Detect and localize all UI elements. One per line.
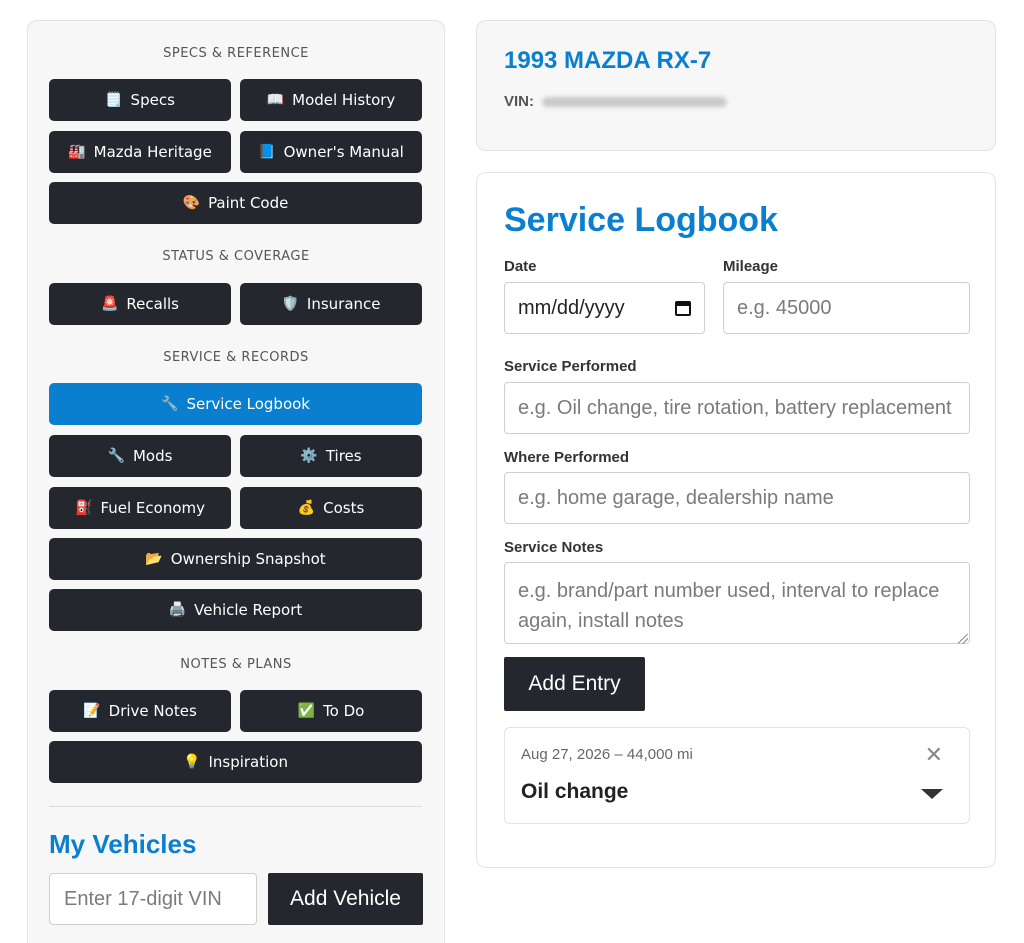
paint-code-label: Paint Code	[208, 194, 289, 212]
manual-book-icon: 📘	[258, 144, 276, 160]
printer-icon: 🖨️	[168, 602, 187, 618]
tools-icon: 🔧	[107, 448, 125, 464]
owners-manual-button[interactable]: 📘 Owner's Manual	[240, 131, 422, 173]
date-label: Date	[504, 258, 537, 275]
recalls-button[interactable]: 🚨 Recalls	[49, 283, 231, 325]
factory-icon: 🏭	[68, 144, 86, 160]
insurance-button[interactable]: 🛡️ Insurance	[240, 283, 422, 325]
ownership-snapshot-label: Ownership Snapshot	[170, 550, 326, 568]
model-history-label: Model History	[292, 91, 396, 109]
where-performed-input[interactable]	[504, 472, 970, 524]
folder-icon: 📂	[145, 551, 163, 567]
service-performed-input[interactable]	[504, 382, 970, 434]
entry-meta: Aug 27, 2026 – 44,000 mi	[521, 746, 693, 763]
service-logbook-label: Service Logbook	[186, 395, 310, 413]
insurance-label: Insurance	[306, 295, 381, 313]
vin-redacted-value	[542, 96, 727, 107]
lightbulb-icon: 💡	[183, 754, 201, 770]
tires-label: Tires	[325, 447, 362, 465]
date-input[interactable]: mm/dd/yyyy	[504, 282, 705, 334]
date-input-value: mm/dd/yyyy	[518, 296, 625, 319]
section-heading-service: SERVICE & RECORDS	[163, 350, 309, 365]
mazda-heritage-label: Mazda Heritage	[93, 143, 212, 161]
mileage-label: Mileage	[723, 258, 779, 275]
specs-button[interactable]: 🗒️ Specs	[49, 79, 231, 121]
service-notes-textarea[interactable]	[504, 562, 970, 644]
where-performed-label: Where Performed	[504, 449, 630, 466]
vin-label: VIN:	[504, 93, 534, 110]
fuel-pump-icon: ⛽	[75, 500, 93, 516]
costs-button[interactable]: 💰 Costs	[240, 487, 422, 529]
memo-icon: 📝	[83, 703, 101, 719]
vehicle-name: 1993 MAZDA RX-7	[504, 47, 712, 74]
log-entry[interactable]: Aug 27, 2026 – 44,000 mi Oil change ✕	[504, 727, 970, 824]
section-heading-specs: SPECS & REFERENCE	[163, 46, 309, 61]
calendar-icon[interactable]	[675, 300, 691, 316]
chevron-down-icon[interactable]	[921, 789, 943, 799]
specs-label: Specs	[130, 91, 175, 109]
money-bag-icon: 💰	[297, 500, 316, 516]
fuel-economy-button[interactable]: ⛽ Fuel Economy	[49, 487, 231, 529]
palette-icon: 🎨	[182, 195, 201, 211]
mazda-heritage-button[interactable]: 🏭 Mazda Heritage	[49, 131, 231, 173]
recalls-label: Recalls	[126, 295, 179, 313]
section-heading-status: STATUS & COVERAGE	[162, 249, 310, 264]
service-logbook-button[interactable]: 🔧 Service Logbook	[49, 383, 422, 425]
owners-manual-label: Owner's Manual	[283, 143, 404, 161]
add-vehicle-button[interactable]: Add Vehicle	[268, 873, 423, 925]
siren-icon: 🚨	[100, 296, 119, 312]
page-title: Service Logbook	[504, 201, 778, 239]
add-entry-button[interactable]: Add Entry	[504, 657, 645, 711]
inspiration-button[interactable]: 💡 Inspiration	[49, 741, 422, 783]
shield-icon: 🛡️	[281, 296, 299, 312]
to-do-button[interactable]: ✅ To Do	[240, 690, 422, 732]
mods-label: Mods	[132, 447, 173, 465]
to-do-label: To Do	[323, 702, 365, 720]
fuel-economy-label: Fuel Economy	[100, 499, 205, 517]
vehicle-report-button[interactable]: 🖨️ Vehicle Report	[49, 589, 422, 631]
drive-notes-label: Drive Notes	[108, 702, 197, 720]
my-vehicles-title: My Vehicles	[49, 829, 197, 859]
inspiration-label: Inspiration	[208, 753, 288, 771]
entry-service: Oil change	[521, 780, 629, 803]
resize-grip-icon[interactable]	[958, 634, 968, 644]
paint-code-button[interactable]: 🎨 Paint Code	[49, 182, 422, 224]
sidebar-divider	[49, 806, 422, 807]
service-logbook-card: Service Logbook Date Mileage mm/dd/yyyy …	[476, 172, 996, 868]
notepad-icon: 🗒️	[105, 92, 123, 108]
book-icon: 📖	[266, 92, 285, 108]
wrench-icon: 🔧	[161, 396, 179, 412]
vehicle-card: 1993 MAZDA RX-7 VIN:	[476, 20, 996, 151]
ownership-snapshot-button[interactable]: 📂 Ownership Snapshot	[49, 538, 422, 580]
mileage-input[interactable]	[723, 282, 970, 334]
sidebar: SPECS & REFERENCE 🗒️ Specs 📖 Model Histo…	[27, 20, 445, 943]
vin-row: VIN:	[504, 93, 727, 110]
vin-input[interactable]	[49, 873, 257, 925]
mods-button[interactable]: 🔧 Mods	[49, 435, 231, 477]
tire-icon: ⚙️	[300, 448, 318, 464]
service-notes-label: Service Notes	[504, 539, 604, 556]
section-heading-notes: NOTES & PLANS	[180, 657, 292, 672]
tires-button[interactable]: ⚙️ Tires	[240, 435, 422, 477]
checkmark-icon: ✅	[297, 703, 316, 719]
close-icon[interactable]: ✕	[925, 742, 943, 768]
costs-label: Costs	[323, 499, 365, 517]
vehicle-report-label: Vehicle Report	[194, 601, 303, 619]
service-performed-label: Service Performed	[504, 358, 637, 375]
model-history-button[interactable]: 📖 Model History	[240, 79, 422, 121]
drive-notes-button[interactable]: 📝 Drive Notes	[49, 690, 231, 732]
